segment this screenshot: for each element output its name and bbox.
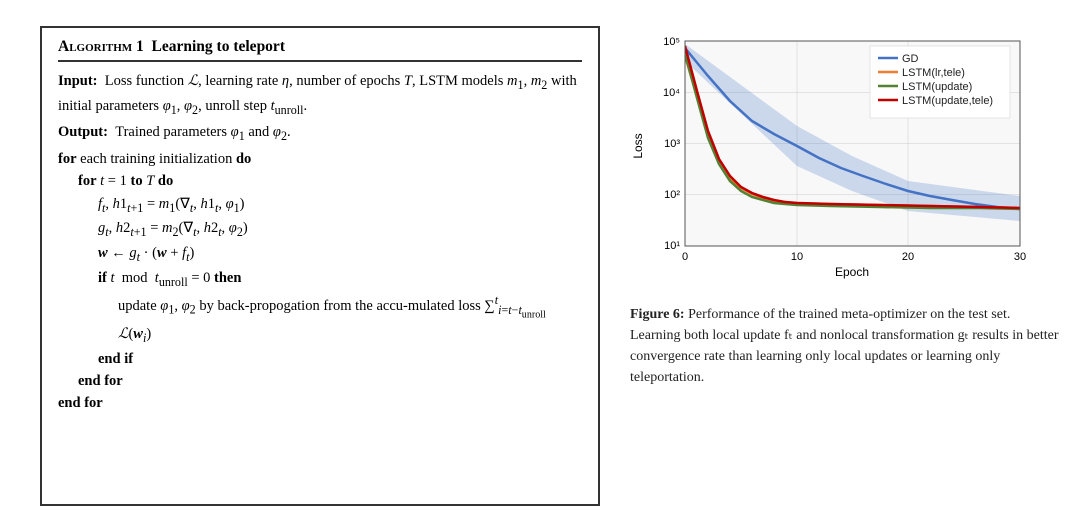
svg-text:20: 20 [902,251,914,263]
svg-text:10²: 10² [664,189,680,201]
svg-text:LSTM(update): LSTM(update) [902,81,972,93]
input-line: Input: Loss function ℒ, learning rate η,… [58,70,582,119]
main-container: Algorithm 1 Learning to teleport Input: … [20,16,1060,516]
svg-text:GD: GD [902,53,919,65]
line-endif: end if [58,348,582,370]
svg-text:10¹: 10¹ [664,240,680,252]
svg-text:10⁴: 10⁴ [663,87,680,99]
figure-caption: Figure 6: Performance of the trained met… [630,304,1060,388]
svg-text:LSTM(update,tele): LSTM(update,tele) [902,95,993,107]
line-w: w ← gt · (w + ft) [58,242,582,267]
for-outer: for each training initialization do [58,148,582,170]
svg-text:10³: 10³ [664,138,680,150]
algorithm-title: Algorithm 1 Learning to teleport [58,38,582,62]
line-if: if t mod tunroll = 0 then [58,267,582,292]
algo-label: Algorithm 1 [58,38,144,55]
line-update: update φ1, φ2 by back-propogation from t… [58,291,582,347]
algo-name: Learning to teleport [152,38,285,55]
chart-area: 10¹ 10² 10³ 10⁴ 10⁵ 0 10 20 30 Loss Epoc… [630,26,1060,296]
svg-text:Loss: Loss [631,133,645,158]
right-panel: 10¹ 10² 10³ 10⁴ 10⁵ 0 10 20 30 Loss Epoc… [630,26,1060,506]
svg-text:10⁵: 10⁵ [663,36,680,48]
loss-chart: 10¹ 10² 10³ 10⁴ 10⁵ 0 10 20 30 Loss Epoc… [630,26,1060,294]
for-inner: for t = 1 to T do [58,170,582,192]
algorithm-body: Input: Loss function ℒ, learning rate η,… [58,70,582,415]
svg-text:30: 30 [1014,251,1026,263]
line-endfor2: end for [58,392,582,414]
svg-text:LSTM(lr,tele): LSTM(lr,tele) [902,67,965,79]
output-line: Output: Trained parameters φ1 and φ2. [58,121,582,146]
line-f: ft, h1t+1 = m1(∇t, h1t, φ1) [58,193,582,218]
svg-text:10: 10 [791,251,803,263]
output-label: Output: [58,124,108,140]
line-g: gt, h2t+1 = m2(∇t, h2t, φ2) [58,217,582,242]
line-endfor1: end for [58,370,582,392]
algorithm-box: Algorithm 1 Learning to teleport Input: … [40,26,600,506]
svg-text:Epoch: Epoch [835,265,869,279]
svg-text:0: 0 [682,251,688,263]
caption-text: Performance of the trained meta-optimize… [630,307,1059,385]
input-label: Input: [58,73,98,89]
figure-label: Figure 6: [630,307,685,322]
